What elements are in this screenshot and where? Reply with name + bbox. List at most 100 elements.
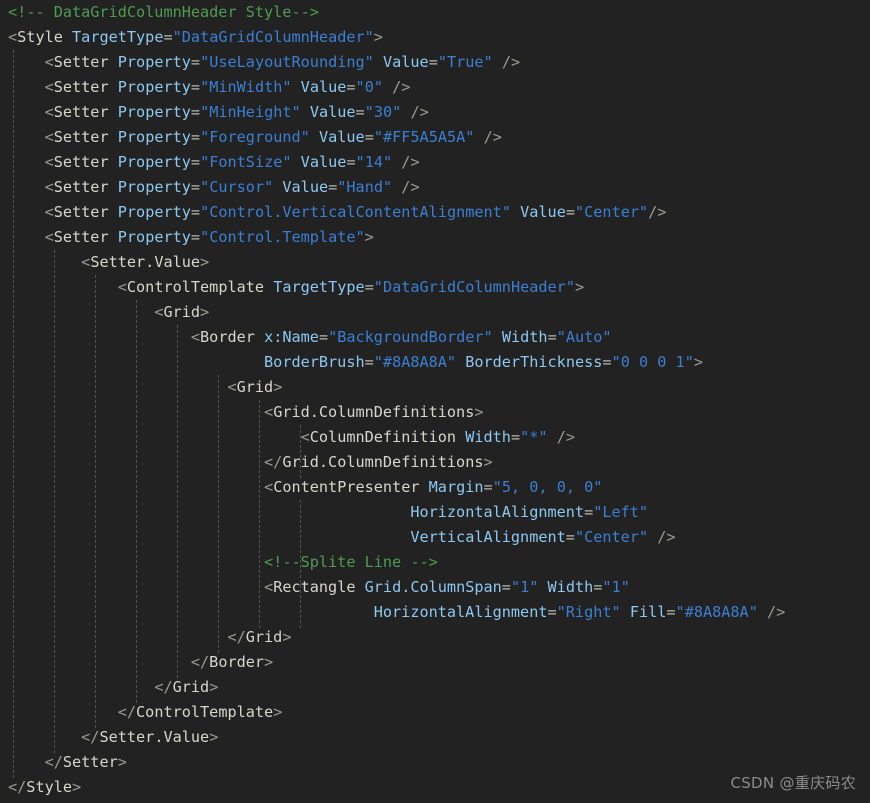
code-token-vl: "Control.VerticalContentAlignment" (200, 203, 511, 221)
code-token-at: Value (520, 203, 566, 221)
code-token-at: Property (117, 178, 191, 196)
code-token-vl: "#FF5A5A5A" (373, 128, 475, 146)
code-token-tg: Setter.Value (90, 253, 201, 271)
code-token-at: Property (117, 228, 191, 246)
code-token-eq: = (318, 328, 329, 346)
code-token-eq: = (190, 203, 201, 221)
code-token-tg: ColumnDefinition (309, 428, 457, 446)
code-token-tg: Setter (53, 103, 109, 121)
code-token-at: Property (117, 103, 191, 121)
csdn-watermark: CSDN @重庆码农 (730, 774, 856, 792)
code-token-vl: "1" (602, 578, 630, 596)
code-token-tg: Style (26, 778, 73, 796)
code-token-br: < (44, 153, 54, 171)
code-line: </Grid> (0, 625, 870, 650)
code-token-br: < (44, 53, 54, 71)
code-token-eq: = (355, 103, 365, 121)
code-token-vl: "Auto" (556, 328, 612, 346)
code-line: </Border> (0, 650, 870, 675)
code-token-br: /> (401, 178, 420, 196)
code-token-eq: = (428, 53, 438, 71)
code-line: <Setter Property="Foreground" Value="#FF… (0, 125, 870, 150)
code-token-br: </ (154, 678, 173, 696)
code-line: <!-- DataGridColumnHeader Style--> (0, 0, 870, 25)
code-token-at: Grid.ColumnSpan (364, 578, 502, 596)
code-line: <Grid> (0, 300, 870, 325)
code-token-tg: Setter (53, 153, 109, 171)
code-token-br: > (200, 253, 210, 271)
code-token-br: > (483, 453, 493, 471)
code-token-at: Value (318, 128, 365, 146)
code-token-vl: "MinHeight" (200, 103, 301, 121)
code-token-tg: Grid (236, 378, 274, 396)
code-line: </Setter.Value> (0, 725, 870, 750)
code-token-eq: = (666, 603, 676, 621)
code-token-br: /> (392, 78, 411, 96)
code-token-br: > (693, 353, 703, 371)
code-token-tg: ContentPresenter (273, 478, 420, 496)
code-token-tg: Setter (53, 178, 109, 196)
code-line: </Grid.ColumnDefinitions> (0, 450, 870, 475)
code-token-vl: "Cursor" (200, 178, 274, 196)
code-token-br: </ (264, 453, 283, 471)
code-token-vl: "30" (364, 103, 402, 121)
code-line: </Grid> (0, 675, 870, 700)
code-token-br: < (44, 203, 54, 221)
code-token-at: Property (117, 153, 191, 171)
code-token-at: Value (300, 78, 347, 96)
code-line: <!--Splite Line --> (0, 550, 870, 575)
code-token-eq: = (547, 328, 557, 346)
code-line: <Setter Property="Cursor" Value="Hand" /… (0, 175, 870, 200)
code-token-br: </ (8, 778, 27, 796)
code-token-at: Margin (428, 478, 484, 496)
code-token-eq: = (364, 278, 374, 296)
code-token-tg: Setter (62, 753, 118, 771)
code-token-br: > (72, 778, 82, 796)
code-token-vl: "*" (520, 428, 548, 446)
code-line: <Border x:Name="BackgroundBorder" Width=… (0, 325, 870, 350)
code-line: <Rectangle Grid.ColumnSpan="1" Width="1" (0, 575, 870, 600)
code-token-at: Value (300, 153, 347, 171)
code-token-tg: Setter (53, 203, 109, 221)
code-token-vl: "0 0 0 1" (611, 353, 694, 371)
code-token-br: > (474, 403, 484, 421)
code-token-eq: = (163, 28, 173, 46)
code-token-tg: ControlTemplate (136, 703, 274, 721)
code-token-at: Width (547, 578, 594, 596)
code-token-vl: "DataGridColumnHeader" (373, 278, 575, 296)
code-token-tg: Setter.Value (99, 728, 210, 746)
code-token-eq: = (190, 178, 201, 196)
code-token-eq: = (346, 153, 356, 171)
code-token-br: < (117, 278, 127, 296)
code-line: <Grid.ColumnDefinitions> (0, 400, 870, 425)
code-token-br: /> (401, 153, 420, 171)
code-token-tg: Setter (53, 53, 109, 71)
code-token-vl: "5, 0, 0, 0" (492, 478, 603, 496)
code-token-eq: = (501, 578, 511, 596)
